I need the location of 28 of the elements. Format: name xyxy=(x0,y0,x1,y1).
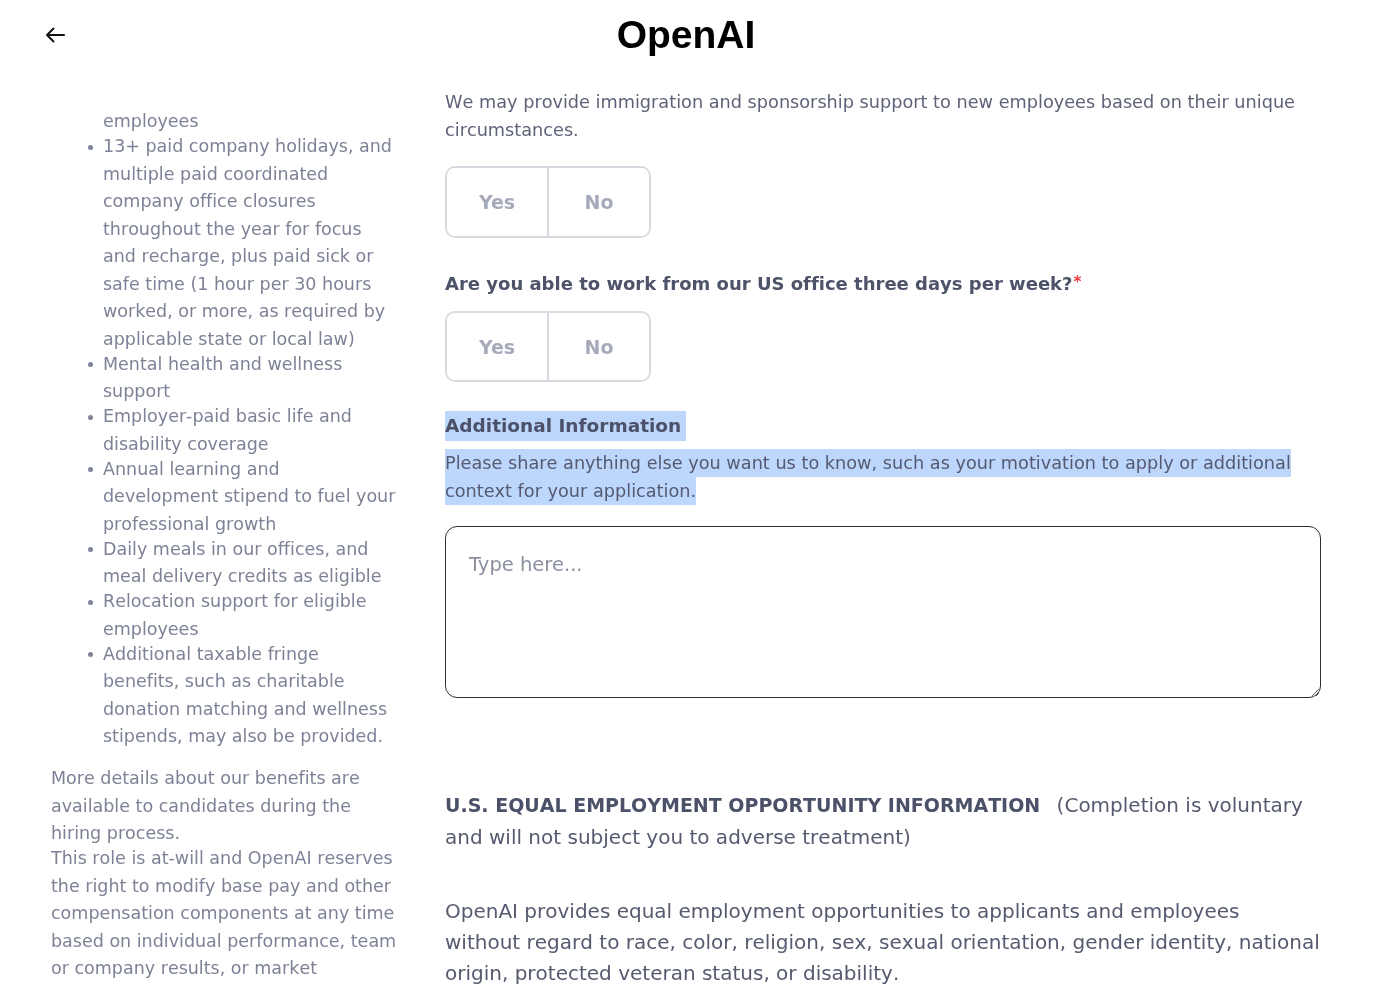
benefit-item: Mental health and wellness support xyxy=(103,352,344,404)
benefits-note: This role is at-will and OpenAI reserves the right to modify base pay and other compensation components at any time based on individual performance, team or company results, or market xyxy=(51,847,398,981)
benefit-item: employees xyxy=(103,110,200,134)
eeo-heading: U.S. EQUAL EMPLOYMENT OPPORTUNITY INFORMATION (Completion is voluntary and will not subject you to adverse treatment) xyxy=(445,792,1304,851)
bullet-icon xyxy=(88,362,93,368)
bullet-icon xyxy=(88,599,93,605)
back-arrow-icon xyxy=(45,27,65,43)
option-button[interactable]: No xyxy=(547,313,649,380)
bullet-icon xyxy=(88,144,93,150)
required-mark: * xyxy=(1073,273,1082,291)
eeo-statement: OpenAI provides equal employment opportunities to applicants and employees without regard to race, color, religion, sex, sexual orientation, gender identity, national origin, protected veteran status, or disability. xyxy=(445,897,1321,987)
option-button[interactable]: No xyxy=(547,168,649,236)
benefit-item: Daily meals in our offices, and meal delivery credits as eligible xyxy=(103,537,383,589)
bullet-icon xyxy=(88,467,93,473)
bullet-icon xyxy=(88,547,93,553)
benefit-item: 13+ paid company holidays, and multiple paid coordinated company office closures throughout the year for focus and recharge, plus paid sick or safe time (1 hour per 30 hours worked, or more, as required by applicable state or local law) xyxy=(103,135,393,351)
question-description: We may provide immigration and sponsorship support to new employees based on their unique circumstances. xyxy=(445,91,1296,142)
benefit-item: Additional taxable fringe benefits, such as charitable donation matching and wellness stipends, may also be provided. xyxy=(103,642,389,749)
text-area-field[interactable]: Type here... xyxy=(445,526,1321,698)
benefit-item: Relocation support for eligible employees xyxy=(103,590,368,641)
bullet-icon xyxy=(88,652,93,658)
benefit-item: Annual learning and development stipend to fuel your professional growth xyxy=(103,457,397,536)
section-heading: Additional Information xyxy=(445,411,687,441)
logo-wordmark: OpenAI xyxy=(616,13,756,57)
bullet-icon xyxy=(88,414,93,420)
benefits-note: More details about our benefits are available to candidates during the hiring process. xyxy=(51,767,361,846)
benefit-item: Employer-paid basic life and disability coverage xyxy=(103,405,353,456)
question-label: Are you able to work from our US office three days per week? xyxy=(445,273,1073,294)
